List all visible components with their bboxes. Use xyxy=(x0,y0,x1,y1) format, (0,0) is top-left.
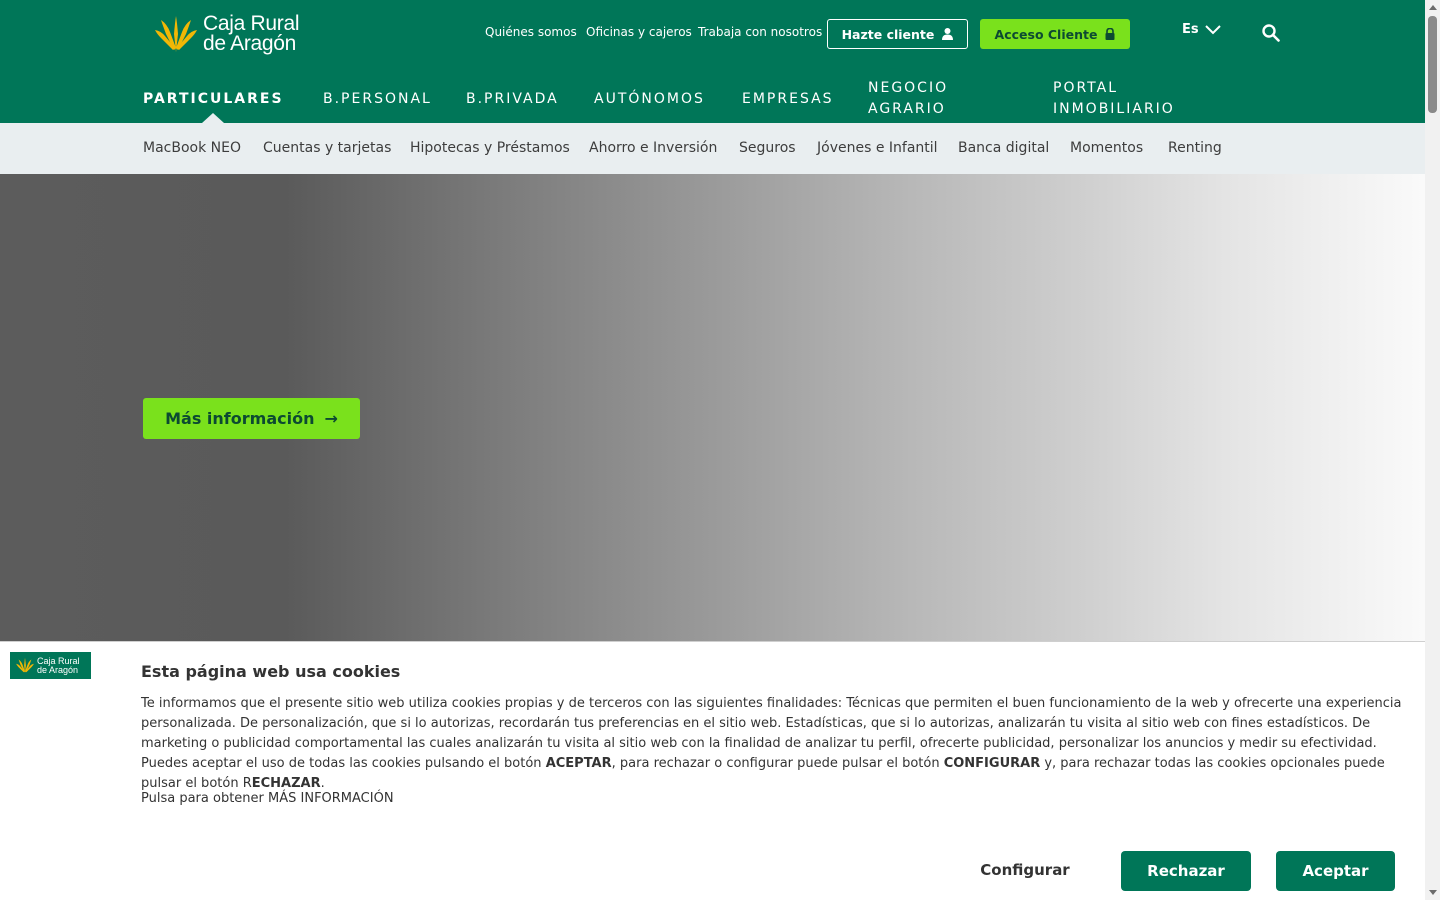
acceso-cliente-label: Acceso Cliente xyxy=(994,26,1098,42)
nav-bprivada[interactable]: B.PRIVADA xyxy=(466,89,559,110)
util-link-trabaja[interactable]: Trabaja con nosotros xyxy=(698,25,822,39)
subnav-banca-digital[interactable]: Banca digital xyxy=(958,140,1049,156)
cookie-brand-logo: Caja Rural de Aragón xyxy=(10,652,91,679)
subnav-cuentas-tarjetas[interactable]: Cuentas y tarjetas xyxy=(263,140,391,156)
acceso-cliente-button[interactable]: Acceso Cliente xyxy=(980,19,1130,49)
scroll-down-arrow-icon[interactable] xyxy=(1429,890,1437,895)
subnav-macbook-neo[interactable]: MacBook NEO xyxy=(143,140,241,156)
brand-name-line2: de Aragón xyxy=(203,32,297,55)
scroll-up-arrow-icon[interactable] xyxy=(1429,5,1437,10)
active-nav-indicator xyxy=(202,113,224,123)
mas-informacion-button[interactable]: Más información → xyxy=(143,398,360,439)
user-icon xyxy=(942,28,954,40)
util-link-quienes-somos[interactable]: Quiénes somos xyxy=(485,25,577,39)
nav-bpersonal[interactable]: B.PERSONAL xyxy=(323,89,432,110)
search-button[interactable] xyxy=(1262,24,1282,44)
cookie-text-rechazar: ECHAZAR xyxy=(251,776,321,791)
subnav-renting[interactable]: Renting xyxy=(1168,140,1222,156)
subnav-jovenes-infantil[interactable]: Jóvenes e Infantil xyxy=(817,140,938,156)
cookie-more-info-link[interactable]: Pulsa para obtener MÁS INFORMACIÓN xyxy=(141,791,394,806)
cookie-title: Esta página web usa cookies xyxy=(141,662,401,681)
wheat-logo-icon xyxy=(16,657,34,674)
nav-negocio-agrario[interactable]: NEGOCIO AGRARIO xyxy=(868,78,948,120)
site-header: Caja Rural de Aragón Quiénes somos Ofici… xyxy=(0,0,1425,123)
rechazar-button[interactable]: Rechazar xyxy=(1121,851,1251,891)
nav-negocio-agrario-line1: NEGOCIO xyxy=(868,80,949,96)
util-link-oficinas[interactable]: Oficinas y cajeros xyxy=(586,25,692,39)
brand-logo[interactable]: Caja Rural de Aragón xyxy=(155,12,300,55)
cookie-description: Te informamos que el presente sitio web … xyxy=(141,694,1411,794)
subnav-seguros[interactable]: Seguros xyxy=(739,140,796,156)
cookie-text-part2: , para rechazar o configurar puede pulsa… xyxy=(611,756,944,771)
cookie-banner: Caja Rural de Aragón Esta página web usa… xyxy=(0,641,1425,900)
subnav-ahorro-inversion[interactable]: Ahorro e Inversión xyxy=(589,140,717,156)
hazte-cliente-label: Hazte cliente xyxy=(841,26,935,42)
brand-name-line1: Caja Rural xyxy=(203,12,300,35)
hero-banner: Más información → xyxy=(0,174,1425,641)
arrow-right-icon: → xyxy=(324,409,338,428)
chevron-down-icon xyxy=(1204,24,1221,34)
hazte-cliente-button[interactable]: Hazte cliente xyxy=(827,19,968,49)
wheat-logo-icon xyxy=(155,16,197,52)
scroll-thumb[interactable] xyxy=(1428,16,1437,113)
lock-icon xyxy=(1105,28,1115,40)
cookie-text-configurar: CONFIGURAR xyxy=(943,756,1041,771)
nav-portal-inmobiliario[interactable]: PORTAL INMOBILIARIO xyxy=(1053,78,1175,120)
cookie-brand-name: Caja Rural de Aragón xyxy=(37,656,80,675)
language-selector[interactable]: Es xyxy=(1182,22,1221,37)
subnav-hipotecas-prestamos[interactable]: Hipotecas y Préstamos xyxy=(410,140,570,156)
language-label: Es xyxy=(1182,22,1199,37)
nav-empresas[interactable]: EMPRESAS xyxy=(742,89,834,110)
page-scrollbar[interactable] xyxy=(1425,0,1440,900)
cookie-brand-line2: de Aragón xyxy=(37,664,79,675)
cookie-text-aceptar: ACEPTAR xyxy=(545,756,612,771)
sub-navigation: MacBook NEO Cuentas y tarjetas Hipotecas… xyxy=(0,123,1425,174)
subnav-momentos[interactable]: Momentos xyxy=(1070,140,1143,156)
cookie-text-part4: . xyxy=(320,776,325,791)
brand-name: Caja Rural de Aragón xyxy=(203,12,300,55)
nav-portal-inmobiliario-line2: INMOBILIARIO xyxy=(1053,101,1175,117)
nav-negocio-agrario-line2: AGRARIO xyxy=(868,101,946,117)
search-icon xyxy=(1262,24,1280,42)
nav-particulares[interactable]: PARTICULARES xyxy=(143,89,284,110)
mas-informacion-label: Más información xyxy=(165,409,315,428)
nav-portal-inmobiliario-line1: PORTAL xyxy=(1053,80,1119,96)
configurar-button[interactable]: Configurar xyxy=(980,861,1070,879)
nav-autonomos[interactable]: AUTÓNOMOS xyxy=(594,89,705,110)
aceptar-button[interactable]: Aceptar xyxy=(1276,851,1395,891)
